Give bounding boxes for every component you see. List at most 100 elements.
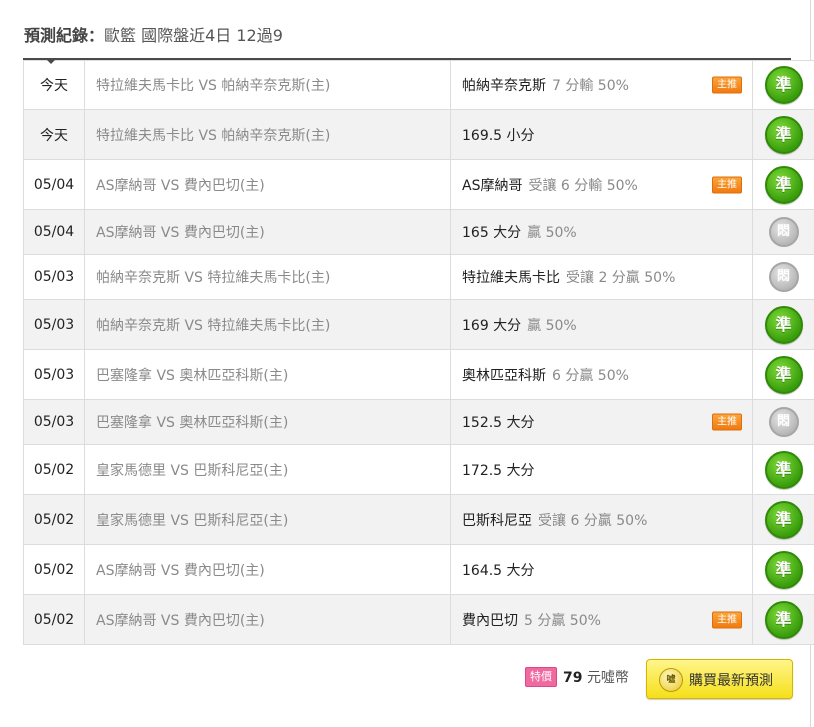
page-subtitle: 歐籃 國際盤近4日 12過9 [104,26,283,45]
row-pick: 費內巴切 [462,612,518,629]
row-date: 05/02 [23,494,85,545]
main-recommend-badge: 主推 [712,611,742,628]
row-result-cell: 準 [752,349,814,400]
coin-icon: 噓 [659,668,683,692]
row-pick: 特拉維夫馬卡比 [462,270,560,286]
row-date: 05/02 [23,544,85,595]
row-result-cell: 準 [752,109,814,160]
row-match: 帕納辛奈克斯 VS 特拉維夫馬卡比(主) [84,254,451,300]
result-hit-icon: 準 [764,600,803,639]
row-match: 帕納辛奈克斯 VS 特拉維夫馬卡比(主) [84,299,451,350]
result-hit-icon: 準 [764,550,803,589]
table-row: 05/02 AS摩納哥 VS 費內巴切(主) 164.5 大分 準 [23,544,814,595]
row-match: AS摩納哥 VS 費內巴切(主) [84,594,451,645]
row-odds: 贏 50% [527,317,577,334]
result-hit-icon: 準 [764,66,803,104]
price-text: 79 元噓幣 [563,667,629,687]
prediction-table: 今天 特拉維夫馬卡比 VS 帕納辛奈克斯(主) 帕納辛奈克斯 7 分輸 50% 主推準今… [23,60,814,645]
table-row: 05/04 AS摩納哥 VS 費內巴切(主) AS摩納哥 受讓 6 分輸 50% 主推 準 [23,159,814,210]
main-recommend-badge: 主推 [712,413,742,431]
row-pick-cell: 152.5 大分 主推 [450,399,753,445]
row-odds: 受讓 6 分輸 50% [528,177,638,194]
row-match: AS摩納哥 VS 費內巴切(主) [84,159,451,210]
result-hit-icon: 準 [764,305,803,344]
row-result-cell: 準 [752,299,814,350]
result-hit-icon: 準 [764,500,803,539]
row-date: 05/02 [23,594,85,645]
row-odds: 受讓 2 分贏 50% [566,270,676,286]
table-row: 05/03 帕納辛奈克斯 VS 特拉維夫馬卡比(主) 169 大分贏 50% 準 [23,299,814,350]
row-date: 05/03 [23,254,85,300]
table-row: 05/03 巴塞隆拿 VS 奧林匹亞科斯(主) 奧林匹亞科斯 6 分贏 50% 準 [23,349,814,400]
row-match: 巴塞隆拿 VS 奧林匹亞科斯(主) [84,399,451,445]
row-result-cell: 悶 [752,254,814,300]
buy-latest-prediction-button[interactable]: 噓 購買最新預測 [646,659,793,699]
row-result-cell: 準 [752,544,814,595]
row-pick: 164.5 大分 [462,562,535,579]
main-recommend-badge: 主推 [712,76,742,94]
row-match: 皇家馬德里 VS 巴斯科尼亞(主) [84,444,451,495]
row-pick: AS摩納哥 [462,177,523,194]
row-match: 特拉維夫馬卡比 VS 帕納辛奈克斯(主) [84,109,451,160]
row-pick: 172.5 大分 [462,462,535,479]
row-date: 今天 [23,60,85,110]
result-hit-icon: 準 [764,450,803,489]
row-pick-cell: 165 大分贏 50% [450,209,753,255]
table-row: 05/02 皇家馬德里 VS 巴斯科尼亞(主) 172.5 大分 準 [23,444,814,495]
row-pick-cell: 帕納辛奈克斯 7 分輸 50% 主推 [450,60,753,110]
row-odds: 5 分贏 50% [524,612,601,629]
row-odds: 受讓 6 分贏 50% [538,512,648,529]
row-match: 巴塞隆拿 VS 奧林匹亞科斯(主) [84,349,451,400]
row-pick: 152.5 大分 [462,415,535,431]
row-match: 特拉維夫馬卡比 VS 帕納辛奈克斯(主) [84,60,451,110]
table-row: 今天 特拉維夫馬卡比 VS 帕納辛奈克斯(主) 帕納辛奈克斯 7 分輸 50% 主推 準 [23,60,814,110]
buy-button-label: 購買最新預測 [689,673,773,689]
row-date: 05/04 [23,209,85,255]
table-row: 05/03 帕納辛奈克斯 VS 特拉維夫馬卡比(主) 特拉維夫馬卡比 受讓 2 分贏 … [23,254,814,300]
row-pick-cell: 奧林匹亞科斯 6 分贏 50% [450,349,753,400]
row-result-cell: 準 [752,444,814,495]
row-odds: 6 分贏 50% [552,367,629,384]
page-header: 預測紀錄：歐籃 國際盤近4日 12過9 [24,22,283,50]
row-result-cell: 悶 [752,399,814,445]
prediction-table-wrap: 今天 特拉維夫馬卡比 VS 帕納辛奈克斯(主) 帕納辛奈克斯 7 分輸 50% 主推準今… [23,58,814,645]
page-title: 預測紀錄： [24,26,105,45]
row-match: AS摩納哥 VS 費內巴切(主) [84,209,451,255]
row-date: 05/04 [23,159,85,210]
row-date: 今天 [23,109,85,160]
table-row: 05/02 皇家馬德里 VS 巴斯科尼亞(主) 巴斯科尼亞 受讓 6 分贏 50% 準 [23,494,814,545]
row-match: AS摩納哥 VS 費內巴切(主) [84,544,451,595]
price-unit: 元噓幣 [586,670,629,686]
row-pick: 奧林匹亞科斯 [462,367,546,384]
table-row: 05/04 AS摩納哥 VS 費內巴切(主) 165 大分贏 50% 悶 [23,209,814,255]
row-result-cell: 悶 [752,209,814,255]
result-miss-icon: 悶 [768,217,799,247]
row-pick-cell: 巴斯科尼亞 受讓 6 分贏 50% [450,494,753,545]
row-match: 皇家馬德里 VS 巴斯科尼亞(主) [84,494,451,545]
row-pick-cell: AS摩納哥 受讓 6 分輸 50% 主推 [450,159,753,210]
row-pick: 169.5 小分 [462,127,535,144]
row-result-cell: 準 [752,494,814,545]
price-value: 79 [563,670,583,686]
table-row: 05/03 巴塞隆拿 VS 奧林匹亞科斯(主) 152.5 大分 主推 悶 [23,399,814,445]
row-pick-cell: 164.5 大分 [450,544,753,595]
row-pick: 巴斯科尼亞 [462,512,532,529]
result-hit-icon: 準 [764,355,803,394]
row-result-cell: 準 [752,60,814,110]
row-pick: 帕納辛奈克斯 [462,78,546,94]
row-result-cell: 準 [752,159,814,210]
row-date: 05/03 [23,349,85,400]
result-miss-icon: 悶 [768,407,799,437]
row-date: 05/03 [23,399,85,445]
footer-bar: 特價 79 元噓幣 噓 購買最新預測 [0,658,814,700]
row-pick-cell: 172.5 大分 [450,444,753,495]
row-pick: 169 大分 [462,317,522,334]
result-hit-icon: 準 [764,115,803,154]
row-result-cell: 準 [752,594,814,645]
row-pick: 165 大分 [462,225,522,241]
result-hit-icon: 準 [764,165,803,204]
row-pick-cell: 169.5 小分 [450,109,753,160]
row-pick-cell: 特拉維夫馬卡比 受讓 2 分贏 50% [450,254,753,300]
header-pointer-arrow [45,58,57,64]
table-row: 05/02 AS摩納哥 VS 費內巴切(主) 費內巴切 5 分贏 50% 主推 準 [23,594,814,645]
